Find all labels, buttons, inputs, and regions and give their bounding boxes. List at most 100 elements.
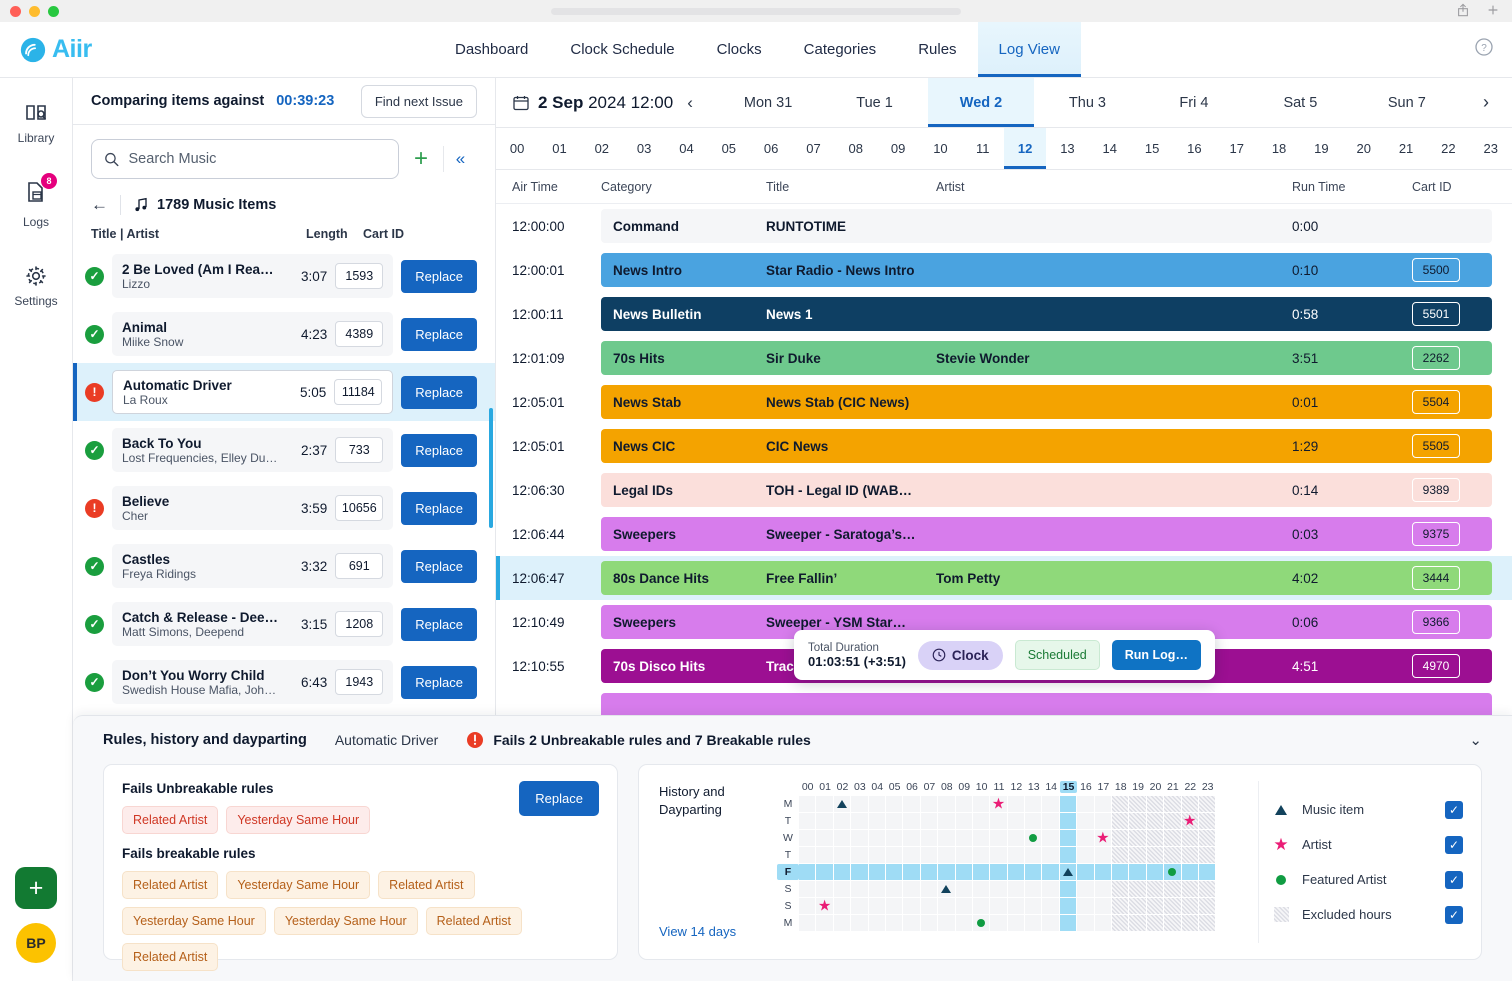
rule-tag[interactable]: Yesterday Same Hour bbox=[226, 806, 371, 834]
music-item-replace-button[interactable]: Replace bbox=[401, 433, 477, 467]
dayparting-cell[interactable] bbox=[833, 813, 851, 829]
scheduled-chip[interactable]: Scheduled bbox=[1014, 640, 1100, 670]
dayparting-cell[interactable] bbox=[955, 881, 972, 897]
log-row-bar[interactable]: Legal IDs TOH - Legal ID (WAB… 0:14 9389 bbox=[601, 473, 1492, 507]
dayparting-cell[interactable] bbox=[1025, 830, 1042, 846]
music-item-card[interactable]: Castles Freya Ridings 3:32 691 bbox=[112, 544, 394, 588]
log-row[interactable]: 12:00:01 News Intro Star Radio - News Intr… bbox=[496, 248, 1512, 292]
add-music-button[interactable]: + bbox=[399, 145, 443, 173]
rule-tag[interactable]: Yesterday Same Hour bbox=[226, 871, 371, 899]
day-tab[interactable]: Thu 3 bbox=[1034, 78, 1140, 127]
dayparting-cell[interactable] bbox=[1007, 847, 1025, 863]
dayparting-cell[interactable] bbox=[1077, 915, 1094, 931]
log-row-bar[interactable]: News Bulletin News 1 0:58 5501 bbox=[601, 297, 1492, 331]
dayparting-cell[interactable] bbox=[885, 881, 903, 897]
dayparting-cell[interactable] bbox=[868, 881, 885, 897]
hour-tab[interactable]: 18 bbox=[1258, 128, 1300, 169]
hour-tab[interactable]: 06 bbox=[750, 128, 792, 169]
dayparting-cell[interactable] bbox=[1042, 898, 1059, 914]
dayparting-cell[interactable] bbox=[1094, 915, 1112, 931]
dayparting-cell[interactable] bbox=[903, 796, 920, 812]
dayparting-cell[interactable] bbox=[851, 864, 868, 880]
dayparting-cell[interactable] bbox=[833, 898, 851, 914]
dayparting-cell[interactable] bbox=[1164, 864, 1181, 880]
nav-dashboard[interactable]: Dashboard bbox=[434, 22, 549, 77]
dayparting-cell[interactable] bbox=[1129, 881, 1146, 897]
dayparting-cell[interactable] bbox=[903, 864, 920, 880]
hour-tab[interactable]: 05 bbox=[708, 128, 750, 169]
hour-tab[interactable]: 02 bbox=[581, 128, 623, 169]
rule-tag[interactable]: Related Artist bbox=[122, 871, 219, 899]
dayparting-cell[interactable] bbox=[1025, 813, 1042, 829]
rule-tag[interactable]: Related Artist bbox=[425, 907, 522, 935]
dayparting-cell[interactable] bbox=[1198, 813, 1216, 829]
hour-tab[interactable]: 23 bbox=[1470, 128, 1512, 169]
dayparting-cell[interactable] bbox=[1059, 830, 1077, 846]
dayparting-cell[interactable] bbox=[1129, 830, 1146, 846]
music-list-item[interactable]: ✓ Don’t You Worry Child Swedish House Mafi… bbox=[73, 653, 495, 711]
log-row[interactable]: 12:01:09 70s Hits Sir Duke Stevie Wonder 3:5… bbox=[496, 336, 1512, 380]
dayparting-cell[interactable] bbox=[1094, 847, 1112, 863]
dayparting-cell[interactable] bbox=[799, 847, 816, 863]
dayparting-cell[interactable] bbox=[972, 796, 990, 812]
hour-tab[interactable]: 11 bbox=[962, 128, 1004, 169]
legend-checkbox[interactable]: ✓ bbox=[1445, 800, 1463, 819]
dayparting-cell[interactable] bbox=[1042, 864, 1059, 880]
dayparting-cell[interactable] bbox=[1198, 864, 1216, 880]
dayparting-cell[interactable] bbox=[1025, 898, 1042, 914]
dayparting-cell[interactable] bbox=[799, 864, 816, 880]
music-list-item[interactable]: ✓ Back To You Lost Frequencies, Elley Du… 2… bbox=[73, 421, 495, 479]
dayparting-cell[interactable] bbox=[1077, 881, 1094, 897]
dayparting-cell[interactable] bbox=[885, 830, 903, 846]
hour-tab[interactable]: 20 bbox=[1343, 128, 1385, 169]
dayparting-cell[interactable] bbox=[938, 898, 955, 914]
dayparting-cell[interactable] bbox=[885, 915, 903, 931]
dayparting-cell[interactable] bbox=[868, 864, 885, 880]
clock-chip[interactable]: Clock bbox=[917, 640, 1003, 670]
dayparting-cell[interactable] bbox=[816, 796, 833, 812]
dayparting-cell[interactable]: ★ bbox=[1181, 813, 1198, 829]
dayparting-cell[interactable] bbox=[851, 796, 868, 812]
dayparting-cell[interactable] bbox=[1181, 847, 1198, 863]
dayparting-cell[interactable] bbox=[955, 830, 972, 846]
dayparting-cell[interactable] bbox=[955, 864, 972, 880]
dayparting-cell[interactable] bbox=[816, 864, 833, 880]
dayparting-cell[interactable] bbox=[990, 813, 1007, 829]
hour-tab[interactable]: 08 bbox=[835, 128, 877, 169]
dayparting-cell[interactable] bbox=[1181, 830, 1198, 846]
dayparting-cell[interactable] bbox=[1112, 813, 1129, 829]
dayparting-cell[interactable] bbox=[1112, 898, 1129, 914]
music-list-item[interactable]: ✓ Castles Freya Ridings 3:32 691 Replace bbox=[73, 537, 495, 595]
dayparting-cell[interactable] bbox=[1077, 847, 1094, 863]
dayparting-cell[interactable] bbox=[1112, 796, 1129, 812]
dayparting-cell[interactable] bbox=[851, 881, 868, 897]
dayparting-cell[interactable] bbox=[1198, 830, 1216, 846]
music-item-replace-button[interactable]: Replace bbox=[401, 317, 477, 351]
log-row-bar[interactable]: News CIC CIC News 1:29 5505 bbox=[601, 429, 1492, 463]
dayparting-cell[interactable] bbox=[833, 864, 851, 880]
dayparting-cell[interactable] bbox=[1059, 864, 1077, 880]
music-list-scrollbar[interactable] bbox=[489, 408, 493, 528]
dayparting-cell[interactable] bbox=[851, 813, 868, 829]
dayparting-cell[interactable] bbox=[1164, 915, 1181, 931]
dayparting-cell[interactable] bbox=[1059, 813, 1077, 829]
dayparting-cell[interactable]: ★ bbox=[990, 796, 1007, 812]
dayparting-cell[interactable] bbox=[1007, 796, 1025, 812]
log-row[interactable]: 12:05:01 News CIC CIC News 1:29 5505 bbox=[496, 424, 1512, 468]
dayparting-cell[interactable] bbox=[1129, 898, 1146, 914]
dayparting-cell[interactable] bbox=[1129, 813, 1146, 829]
dayparting-cell[interactable] bbox=[1094, 881, 1112, 897]
dayparting-cell[interactable] bbox=[903, 881, 920, 897]
dayparting-cell[interactable] bbox=[972, 915, 990, 931]
log-row[interactable]: 12:06:44 Sweepers Sweeper - Saratoga’s… 0:0… bbox=[496, 512, 1512, 556]
day-tab[interactable]: Sun 7 bbox=[1354, 78, 1460, 127]
hour-tab[interactable]: 01 bbox=[538, 128, 580, 169]
dayparting-cell[interactable] bbox=[938, 864, 955, 880]
dayparting-cell[interactable] bbox=[1112, 864, 1129, 880]
dayparting-cell[interactable] bbox=[972, 881, 990, 897]
dayparting-cell[interactable] bbox=[851, 898, 868, 914]
dayparting-cell[interactable] bbox=[1094, 898, 1112, 914]
dayparting-cell[interactable] bbox=[1025, 915, 1042, 931]
search-box[interactable] bbox=[91, 139, 399, 179]
music-item-card[interactable]: Automatic Driver La Roux 5:05 11184 bbox=[112, 370, 394, 414]
